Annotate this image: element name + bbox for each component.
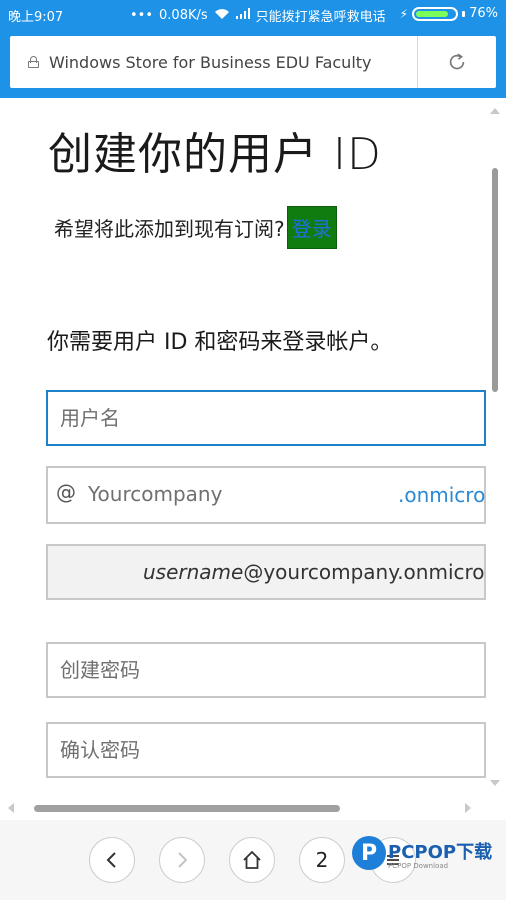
network-speed: 0.08K/s: [159, 8, 208, 23]
scroll-right-arrow-icon[interactable]: [465, 803, 471, 813]
subscribe-prompt: 希望将此添加到现有订阅?: [54, 217, 285, 241]
domain-input[interactable]: [76, 482, 376, 506]
user-id-preview-text: username@yourcompany.onmicros: [143, 560, 486, 584]
status-bar: 晚上9:07 ••• 0.08K/s 只能拨打紧急呼救电话 ⚡ 76%: [0, 0, 506, 30]
pcpop-text: PCPOP下载 PCPOP Download: [388, 842, 493, 871]
domain-suffix: .onmicro: [398, 483, 486, 507]
wifi-icon: [214, 8, 230, 24]
domain-field[interactable]: @ .onmicro: [46, 466, 486, 524]
home-icon: [243, 850, 261, 869]
pcpop-watermark: P PCPOP下载 PCPOP Download: [352, 836, 492, 870]
confirm-password-field[interactable]: [46, 722, 486, 778]
battery-icon: [412, 6, 459, 21]
scroll-down-arrow-icon[interactable]: [490, 780, 500, 786]
at-symbol: @: [56, 480, 76, 504]
page-title: 创建你的用户 ID: [48, 129, 382, 180]
password-field[interactable]: [46, 642, 486, 698]
lock-icon: [28, 56, 39, 68]
battery-percent: 76%: [469, 6, 498, 21]
browser-toolbar: Windows Store for Business EDU Faculty: [0, 30, 506, 98]
back-button[interactable]: [89, 837, 135, 883]
user-id-preview: username@yourcompany.onmicros: [46, 544, 486, 600]
pcpop-logo-letter: P: [360, 840, 378, 866]
tabs-button[interactable]: 2: [299, 837, 345, 883]
refresh-icon: [449, 53, 465, 70]
username-input[interactable]: [48, 406, 484, 430]
info-text: 你需要用户 ID 和密码来登录帐户。: [47, 330, 393, 355]
username-field[interactable]: [46, 390, 486, 446]
vertical-scrollbar-thumb[interactable]: [492, 168, 498, 392]
horizontal-scrollbar[interactable]: [0, 798, 506, 820]
chevron-right-icon: [178, 852, 188, 868]
web-page: 创建你的用户 ID 希望将此添加到现有订阅? 登录 你需要用户 ID 和密码来登…: [0, 98, 506, 800]
carrier-text: 只能拨打紧急呼救电话: [255, 10, 386, 25]
pcpop-sub: PCPOP Download: [388, 862, 449, 870]
preview-domain: @yourcompany.onmicros: [243, 560, 486, 584]
more-dots-icon: •••: [130, 8, 154, 23]
url-title: Windows Store for Business EDU Faculty: [49, 52, 372, 72]
scroll-up-arrow-icon[interactable]: [490, 108, 500, 114]
signal-icon: [235, 8, 250, 23]
status-time: 晚上9:07: [8, 10, 64, 25]
home-button[interactable]: [229, 837, 275, 883]
password-input[interactable]: [48, 658, 484, 682]
address-bar[interactable]: Windows Store for Business EDU Faculty: [10, 36, 496, 88]
scroll-left-arrow-icon[interactable]: [8, 803, 14, 813]
subscribe-row: 希望将此添加到现有订阅? 登录: [54, 206, 337, 249]
status-center: ••• 0.08K/s 只能拨打紧急呼救电话: [130, 6, 386, 25]
pcpop-name: PCPOP下载: [388, 842, 493, 863]
confirm-password-input[interactable]: [48, 738, 484, 762]
charging-icon: ⚡: [399, 6, 409, 21]
url-field[interactable]: Windows Store for Business EDU Faculty: [10, 36, 418, 88]
forward-button[interactable]: [159, 837, 205, 883]
horizontal-scrollbar-thumb[interactable]: [34, 805, 340, 812]
preview-username: username: [143, 560, 244, 584]
signin-button[interactable]: 登录: [286, 206, 337, 249]
pcpop-logo: P: [352, 836, 386, 870]
refresh-button[interactable]: [418, 36, 496, 88]
tab-count: 2: [315, 848, 329, 872]
battery-tip: [462, 10, 466, 17]
chevron-left-icon: [106, 852, 116, 868]
battery-group: ⚡ 76%: [400, 6, 498, 21]
